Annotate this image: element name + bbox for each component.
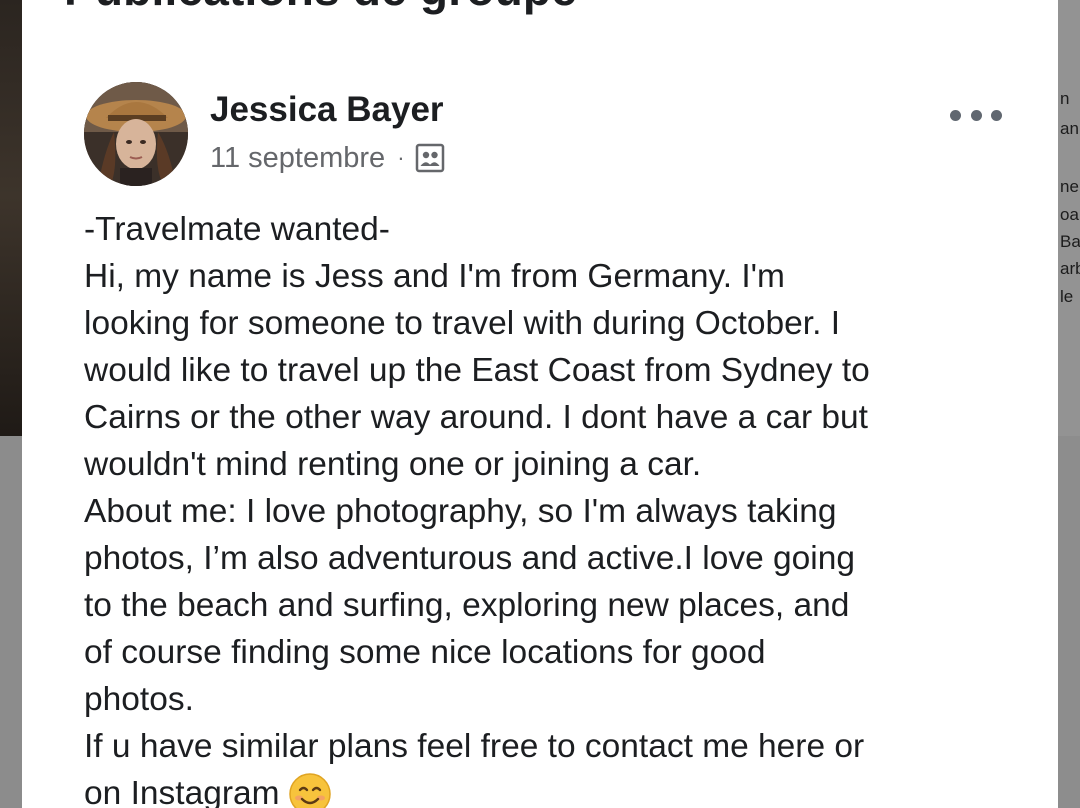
post-line: Hi, my name is Jess and I'm from Germany… (84, 258, 785, 295)
peek-text: an (1060, 119, 1079, 138)
post-line: would like to travel up the East Coast f… (84, 352, 870, 389)
background-panel-left (0, 436, 22, 808)
peek-text: n (1060, 89, 1070, 108)
peek-text: arb (1060, 259, 1080, 278)
background-panel-right: n an ne oa Ba arb le (1058, 0, 1080, 808)
post-line: -Travelmate wanted- (84, 211, 390, 248)
post-line: looking for someone to travel with durin… (84, 305, 841, 342)
post-line: to the beach and surfing, exploring new … (84, 587, 850, 624)
peek-text: oa (1060, 205, 1079, 224)
group-icon (415, 143, 445, 173)
meta-separator: · (397, 145, 405, 170)
smiling-face-emoji (288, 772, 332, 808)
more-dot (950, 109, 961, 121)
post-line: photos. (84, 681, 194, 718)
post-card: Publications de groupe Jessica Bayer 11 … (22, 0, 1058, 808)
more-dot (970, 109, 982, 121)
more-options-icon[interactable] (950, 100, 1002, 130)
post-text: -Travelmate wanted- Hi, my name is Jess … (84, 206, 1044, 808)
post-line-last: on Instagram (84, 770, 1044, 808)
peek-text: Ba (1060, 232, 1080, 251)
post-line: wouldn't mind renting one or joining a c… (84, 446, 702, 483)
more-dot (991, 109, 1002, 121)
post-line: Cairns or the other way around. I dont h… (84, 399, 868, 436)
avatar[interactable] (84, 82, 188, 186)
background-photo-edge (0, 0, 22, 436)
post-meta: 11 septembre · (210, 138, 445, 178)
post-line: If u have similar plans feel free to con… (84, 728, 865, 765)
avatar-photo (84, 82, 188, 186)
post-date[interactable]: 11 septembre (210, 142, 385, 175)
peek-text: le (1060, 287, 1074, 306)
post-line: photos, I’m also adventurous and active.… (84, 540, 855, 577)
post-line: About me: I love photography, so I'm alw… (84, 493, 837, 530)
section-title: Publications de groupe (64, 0, 577, 16)
peek-text: ne (1060, 177, 1079, 196)
author-name[interactable]: Jessica Bayer (210, 90, 444, 130)
post-line: on Instagram (84, 775, 280, 808)
post-line: of course finding some nice locations fo… (84, 634, 766, 671)
